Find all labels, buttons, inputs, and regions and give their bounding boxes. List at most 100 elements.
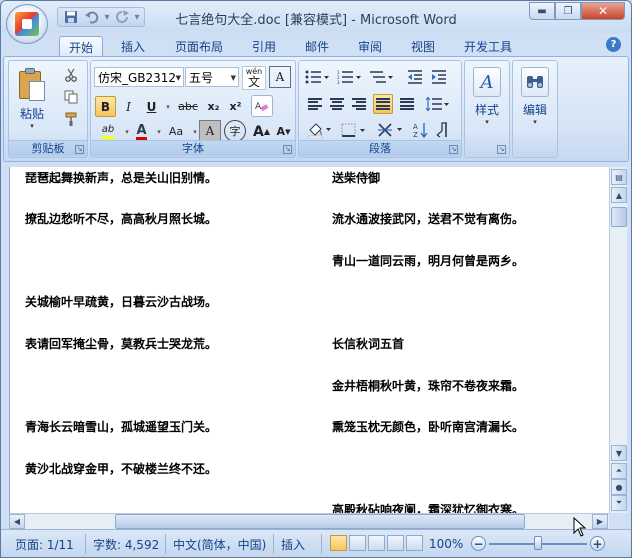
- multilevel-list-button[interactable]: [367, 67, 397, 87]
- web-layout-view-icon[interactable]: [368, 535, 385, 551]
- outline-view-icon[interactable]: [387, 535, 404, 551]
- copy-icon[interactable]: [63, 89, 79, 105]
- strikethrough-button[interactable]: abc: [175, 96, 201, 117]
- increase-indent-button[interactable]: [429, 67, 449, 87]
- font-name-value: 仿宋_GB2312: [98, 70, 177, 85]
- clipboard-launcher-icon[interactable]: ↘: [75, 145, 84, 154]
- underline-dropdown-icon[interactable]: ▾: [160, 99, 176, 115]
- print-layout-view-icon[interactable]: [330, 535, 347, 551]
- minimize-button[interactable]: ▬: [529, 2, 555, 20]
- char-border-button[interactable]: A: [269, 66, 291, 88]
- close-button[interactable]: ✕: [581, 2, 625, 20]
- tab-home[interactable]: 开始: [59, 36, 103, 57]
- zoom-slider-thumb[interactable]: [534, 536, 542, 550]
- decrease-indent-button[interactable]: [405, 67, 425, 87]
- full-screen-reading-view-icon[interactable]: [349, 535, 366, 551]
- enclose-characters-button[interactable]: 字: [224, 120, 246, 142]
- undo-dropdown-icon[interactable]: ▾: [104, 9, 110, 25]
- styles-button[interactable]: A 样式 ▾: [473, 67, 501, 126]
- tab-mailings[interactable]: 邮件: [295, 36, 339, 57]
- next-page-icon[interactable]: ⏷: [611, 495, 627, 511]
- align-left-button[interactable]: [305, 94, 325, 114]
- scroll-left-icon[interactable]: ◀: [9, 514, 25, 529]
- document-area[interactable]: 琵琶起舞换新声，总是关山旧别情。 撩乱边愁听不尽，高高秋月照长城。 关城榆叶早疏…: [9, 167, 609, 513]
- char-shading-button[interactable]: A: [199, 120, 221, 142]
- horizontal-scroll-thumb[interactable]: [115, 514, 525, 529]
- help-icon[interactable]: ?: [606, 37, 621, 52]
- tab-view[interactable]: 视图: [401, 36, 445, 57]
- tab-review[interactable]: 审阅: [348, 36, 392, 57]
- show-marks-button[interactable]: [433, 120, 453, 140]
- window-controls: ▬ ❐ ✕: [529, 2, 625, 20]
- horizontal-scrollbar[interactable]: ◀ ▶: [9, 513, 609, 529]
- phonetic-guide-button[interactable]: wén 文: [242, 66, 266, 90]
- tab-page-layout[interactable]: 页面布局: [165, 36, 233, 57]
- editing-button[interactable]: 编辑 ▾: [521, 67, 549, 126]
- asian-layout-button[interactable]: [375, 120, 407, 140]
- browse-object-icon[interactable]: ●: [611, 479, 627, 495]
- poem-line: 高殿秋砧响夜阑，霜深犹忆御衣寒。: [332, 503, 525, 513]
- italic-button[interactable]: I: [118, 96, 139, 117]
- svg-text:A: A: [413, 123, 418, 131]
- subscript-button[interactable]: x₂: [203, 96, 224, 117]
- styles-label: 样式: [474, 103, 499, 117]
- scroll-right-icon[interactable]: ▶: [592, 514, 608, 529]
- draft-view-icon[interactable]: [406, 535, 423, 551]
- shrink-font-button[interactable]: A ▼: [273, 121, 294, 142]
- paragraph-launcher-icon[interactable]: ↘: [449, 145, 458, 154]
- line-spacing-button[interactable]: [423, 94, 453, 114]
- justify-icon: [376, 98, 390, 110]
- shading-icon: [307, 123, 331, 138]
- bold-button[interactable]: B: [95, 96, 116, 117]
- align-right-button[interactable]: [349, 94, 369, 114]
- tab-developer[interactable]: 开发工具: [453, 36, 523, 57]
- undo-icon[interactable]: [83, 9, 101, 25]
- superscript-button[interactable]: x²: [225, 96, 246, 117]
- change-case-button[interactable]: Aa: [163, 121, 189, 142]
- office-button[interactable]: [6, 4, 48, 44]
- font-name-dropdown[interactable]: 仿宋_GB2312 ▼: [94, 67, 184, 87]
- zoom-in-button[interactable]: +: [590, 536, 605, 551]
- grow-font-button[interactable]: A ▲: [251, 121, 272, 142]
- numbering-button[interactable]: 123: [335, 67, 365, 87]
- save-icon[interactable]: [62, 9, 80, 25]
- justify-button[interactable]: [373, 94, 393, 114]
- word-count[interactable]: 字数: 4,592: [93, 535, 159, 553]
- bullets-button[interactable]: [303, 67, 333, 87]
- font-launcher-icon[interactable]: ↘: [283, 145, 292, 154]
- distributed-button[interactable]: [397, 94, 417, 114]
- scroll-up-icon[interactable]: ▲: [611, 187, 627, 203]
- styles-launcher-icon[interactable]: ↘: [497, 145, 506, 154]
- cut-icon[interactable]: [63, 67, 79, 83]
- vertical-scrollbar[interactable]: ▤ ▲ ▼ ⏶ ● ⏷: [609, 167, 627, 513]
- borders-button[interactable]: [339, 120, 369, 140]
- svg-text:Z: Z: [413, 131, 418, 138]
- format-painter-icon[interactable]: [63, 111, 79, 127]
- redo-icon[interactable]: [113, 9, 131, 25]
- underline-button[interactable]: U: [141, 96, 162, 117]
- previous-page-icon[interactable]: ⏶: [611, 463, 627, 479]
- zoom-out-button[interactable]: −: [471, 536, 486, 551]
- office-logo-icon: [15, 12, 39, 36]
- font-group: 仿宋_GB2312 ▼ 五号 ▼ wén 文 A B I U ▾ abc x₂ …: [90, 60, 296, 158]
- zoom-level[interactable]: 100%: [429, 535, 463, 553]
- tab-insert[interactable]: 插入: [111, 36, 155, 57]
- language-status[interactable]: 中文(简体，中国): [173, 535, 266, 553]
- page-count[interactable]: 页面: 1/11: [15, 535, 74, 553]
- highlight-button[interactable]: ab: [95, 121, 121, 142]
- font-color-button[interactable]: A: [131, 121, 152, 142]
- shading-button[interactable]: [305, 120, 335, 140]
- scroll-down-icon[interactable]: ▼: [611, 445, 627, 461]
- tab-references[interactable]: 引用: [242, 36, 286, 57]
- insert-mode-status[interactable]: 插入: [281, 535, 305, 553]
- font-size-dropdown[interactable]: 五号 ▼: [185, 67, 239, 87]
- maximize-button[interactable]: ❐: [555, 2, 581, 20]
- align-center-button[interactable]: [327, 94, 347, 114]
- sort-button[interactable]: AZ: [411, 120, 431, 140]
- ribbon: 粘贴 ▾ 剪贴板 ↘ 仿宋_GB2312 ▼ 五号 ▼ wén 文 A B I …: [3, 56, 629, 162]
- ruler-toggle-icon[interactable]: ▤: [611, 169, 627, 185]
- paste-button[interactable]: 粘贴 ▾: [15, 67, 49, 130]
- vertical-scroll-thumb[interactable]: [611, 207, 627, 227]
- customize-qat-icon[interactable]: ▾: [134, 9, 140, 25]
- clear-formatting-button[interactable]: A: [251, 95, 273, 117]
